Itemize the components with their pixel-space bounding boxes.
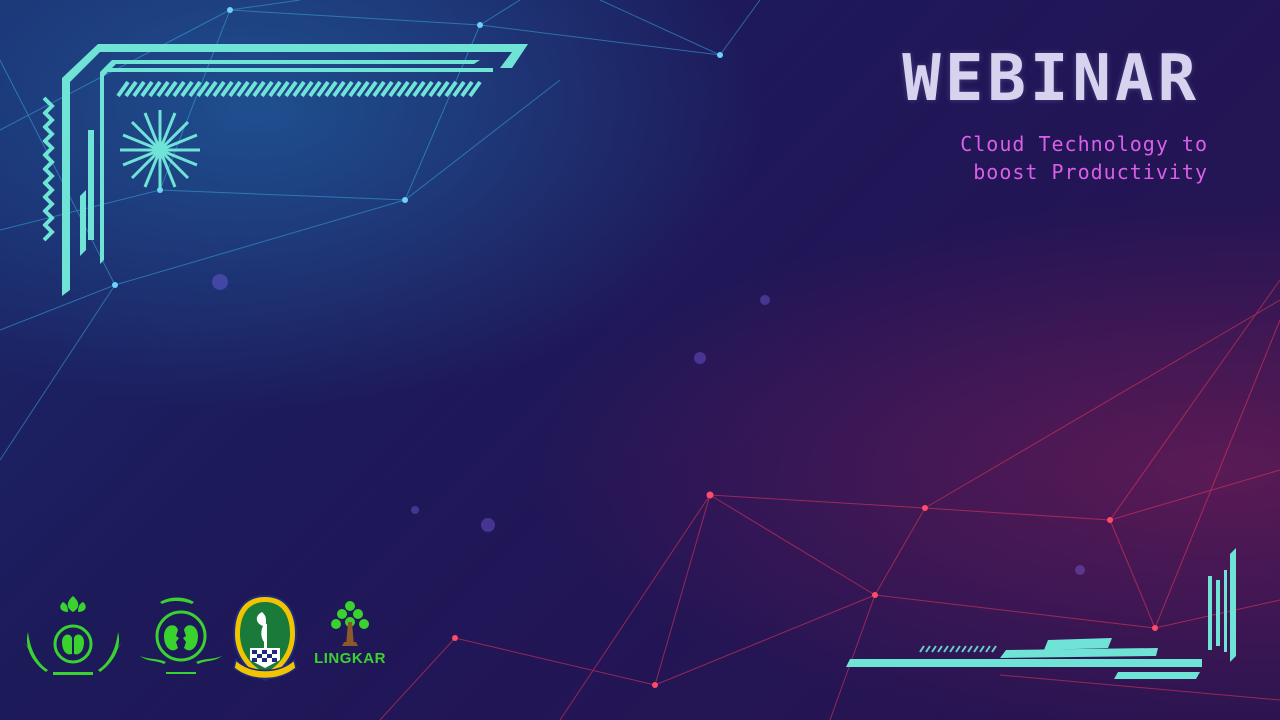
green-initiative-faces-logo [140, 597, 222, 674]
subtitle-line-1: Cloud Technology to [960, 132, 1208, 156]
tech-frame-top-left [42, 44, 528, 296]
lingkar-tree-logo [331, 601, 369, 646]
green-initiative-laurel-logo [24, 596, 122, 675]
tech-frame-bottom-right [846, 548, 1236, 679]
slide-subtitle: Cloud Technology to boost Productivity [760, 130, 1208, 186]
lingkar-wordmark: LINGKAR [314, 650, 386, 667]
subtitle-line-2: boost Productivity [973, 160, 1208, 184]
slide-title: WEBINAR [902, 42, 1200, 116]
west-java-province-emblem [232, 594, 298, 682]
asterisk-burst-icon [120, 110, 200, 190]
lingkar-logo: LINGKAR [308, 600, 392, 670]
